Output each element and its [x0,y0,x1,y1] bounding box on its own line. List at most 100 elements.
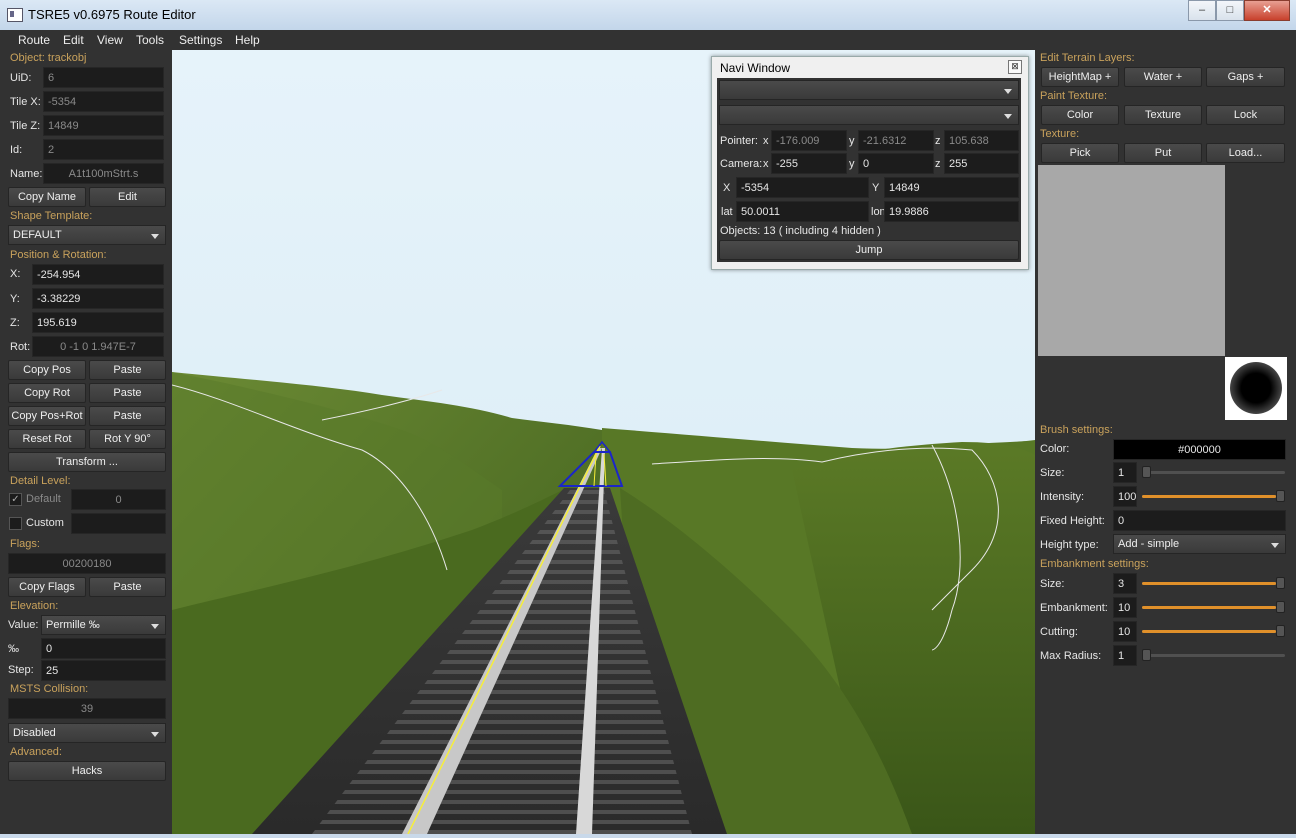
menu-help[interactable]: Help [235,33,260,47]
close-button[interactable]: ✕ [1244,0,1290,21]
pick-button[interactable]: Pick [1041,143,1119,163]
advanced-header: Advanced: [10,746,62,758]
pos-y-field[interactable]: -3.38229 [32,288,164,309]
shape-template-select[interactable]: DEFAULT [8,225,166,245]
reset-rot-button[interactable]: Reset Rot [8,429,86,449]
rot-y90-button[interactable]: Rot Y 90° [89,429,166,449]
tile-y-label: Y [872,182,880,194]
elevation-unit-select[interactable]: Permille ‰ [41,615,166,635]
paint-texture-header: Paint Texture: [1040,90,1108,102]
id-field[interactable]: 2 [43,139,164,160]
tile-x-field[interactable]: -5354 [736,177,869,198]
camera-x-label: x [763,158,769,170]
flags-field[interactable]: 00200180 [8,553,166,574]
tile-y-field[interactable]: 14849 [884,177,1019,198]
step-field[interactable]: 25 [41,660,166,681]
copy-flags-button[interactable]: Copy Flags [8,577,86,597]
fixed-height-label: Fixed Height: [1040,515,1105,527]
jump-button[interactable]: Jump [719,240,1019,260]
water-button[interactable]: Water + [1124,67,1202,87]
lock-button[interactable]: Lock [1206,105,1285,125]
load-button[interactable]: Load... [1206,143,1285,163]
default-checkbox[interactable]: ✓ [9,493,22,506]
copy-rot-button[interactable]: Copy Rot [8,383,86,403]
lat-field[interactable]: 50.0011 [736,201,869,222]
max-radius-field[interactable]: 1 [1113,645,1137,666]
collision-field[interactable]: 39 [8,698,166,719]
menu-view[interactable]: View [97,33,123,47]
custom-level-field[interactable] [71,513,166,534]
emb-size-label: Size: [1040,578,1065,590]
id-label: Id: [10,144,23,156]
permille-label: ‰ [8,643,19,655]
max-radius-label: Max Radius: [1040,650,1102,662]
intensity-field[interactable]: 100 [1113,486,1137,507]
cutting-label: Cutting: [1040,626,1078,638]
navi-close-icon[interactable]: ⊠ [1008,60,1022,74]
tilez-field[interactable]: 14849 [43,115,164,136]
permille-field[interactable]: 0 [41,638,166,659]
rot-field[interactable]: 0 -1 0 1.947E-7 [32,336,164,357]
pointer-y-field[interactable]: -21.6312 [858,130,934,151]
pos-x-field[interactable]: -254.954 [32,264,164,285]
name-field[interactable]: A1t100mStrt.s [43,163,164,184]
navi-select-2[interactable] [719,105,1019,125]
msts-collision-header: MSTS Collision: [10,683,89,695]
copy-name-button[interactable]: Copy Name [8,187,86,207]
color-mode-button[interactable]: Color [1041,105,1119,125]
gaps-button[interactable]: Gaps + [1206,67,1285,87]
transform-button[interactable]: Transform ... [8,452,166,472]
navi-select-1[interactable] [719,80,1019,100]
menu-settings[interactable]: Settings [179,33,222,47]
emb-size-slider[interactable] [1142,576,1285,590]
collision-mode-select[interactable]: Disabled [8,723,166,743]
app-icon [7,8,23,22]
menu-route[interactable]: Route [18,33,50,47]
cutting-field[interactable]: 10 [1113,621,1137,642]
pointer-x-field[interactable]: -176.009 [771,130,847,151]
paste-rot-button[interactable]: Paste [89,383,166,403]
cutting-slider[interactable] [1142,624,1285,638]
minimize-button[interactable]: – [1188,0,1216,21]
brush-color-field[interactable]: #000000 [1113,439,1286,460]
camera-z-field[interactable]: 255 [944,153,1019,174]
copy-posrot-button[interactable]: Copy Pos+Rot [8,406,86,426]
custom-checkbox[interactable] [9,517,22,530]
brush-preview [1225,357,1287,420]
flags-header: Flags: [10,538,40,550]
camera-x-field[interactable]: -255 [771,153,847,174]
menu-tools[interactable]: Tools [136,33,164,47]
lon-field[interactable]: 19.9886 [884,201,1019,222]
paste-flags-button[interactable]: Paste [89,577,166,597]
brush-size-field[interactable]: 1 [1113,462,1137,483]
heightmap-button[interactable]: HeightMap + [1041,67,1119,87]
uid-field[interactable]: 6 [43,67,164,88]
height-type-select[interactable]: Add - simple [1113,534,1286,554]
paste-posrot-button[interactable]: Paste [89,406,166,426]
edit-button[interactable]: Edit [89,187,166,207]
embankment-slider[interactable] [1142,600,1285,614]
embankment-field[interactable]: 10 [1113,597,1137,618]
paste-pos-button[interactable]: Paste [89,360,166,380]
hacks-button[interactable]: Hacks [8,761,166,781]
default-level-field[interactable]: 0 [71,489,166,510]
tilex-field[interactable]: -5354 [43,91,164,112]
pos-z-field[interactable]: 195.619 [32,312,164,333]
navi-title: Navi Window [720,61,791,75]
texture-mode-button[interactable]: Texture [1124,105,1202,125]
emb-size-field[interactable]: 3 [1113,573,1137,594]
camera-y-field[interactable]: 0 [858,153,934,174]
pointer-y-label: y [849,135,855,147]
brush-size-slider[interactable] [1142,465,1285,479]
menu-edit[interactable]: Edit [63,33,84,47]
texture-preview[interactable] [1038,165,1225,356]
copy-pos-button[interactable]: Copy Pos [8,360,86,380]
max-radius-slider[interactable] [1142,648,1285,662]
window-title: TSRE5 v0.6975 Route Editor [28,7,196,22]
fixed-height-field[interactable]: 0 [1113,510,1286,531]
object-header: Object: trackobj [10,52,87,64]
intensity-slider[interactable] [1142,489,1285,503]
maximize-button[interactable]: □ [1216,0,1244,21]
put-button[interactable]: Put [1124,143,1202,163]
pointer-z-field[interactable]: 105.638 [944,130,1019,151]
